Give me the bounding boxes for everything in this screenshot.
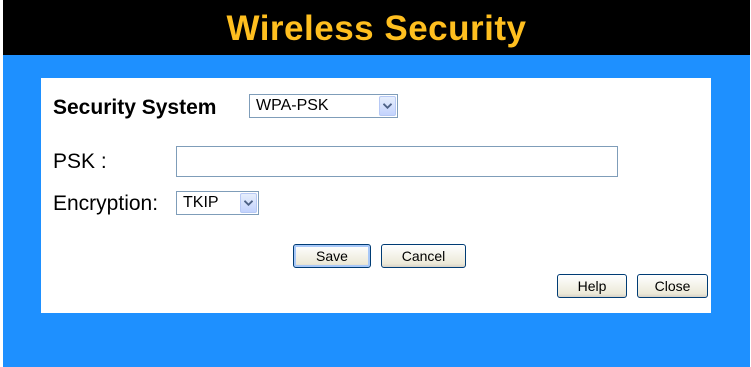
close-button[interactable]: Close	[637, 274, 708, 298]
encryption-label: Encryption:	[53, 192, 159, 215]
cancel-button[interactable]: Cancel	[381, 244, 466, 268]
security-system-label: Security System	[53, 96, 217, 119]
encryption-value: TKIP	[183, 194, 219, 211]
save-button[interactable]: Save	[293, 244, 371, 268]
page-title: Wireless Security	[226, 8, 527, 48]
encryption-select[interactable]: TKIP	[176, 191, 259, 215]
chevron-down-icon[interactable]	[379, 96, 396, 116]
security-system-value: WPA-PSK	[256, 97, 329, 114]
psk-label: PSK :	[53, 150, 107, 173]
help-button[interactable]: Help	[557, 274, 627, 298]
title-bar: Wireless Security	[3, 0, 750, 55]
settings-panel: Security System WPA-PSK PSK : Encryption…	[41, 78, 711, 313]
psk-input[interactable]	[176, 146, 618, 177]
chevron-down-icon[interactable]	[240, 193, 257, 213]
security-system-select[interactable]: WPA-PSK	[249, 94, 398, 118]
